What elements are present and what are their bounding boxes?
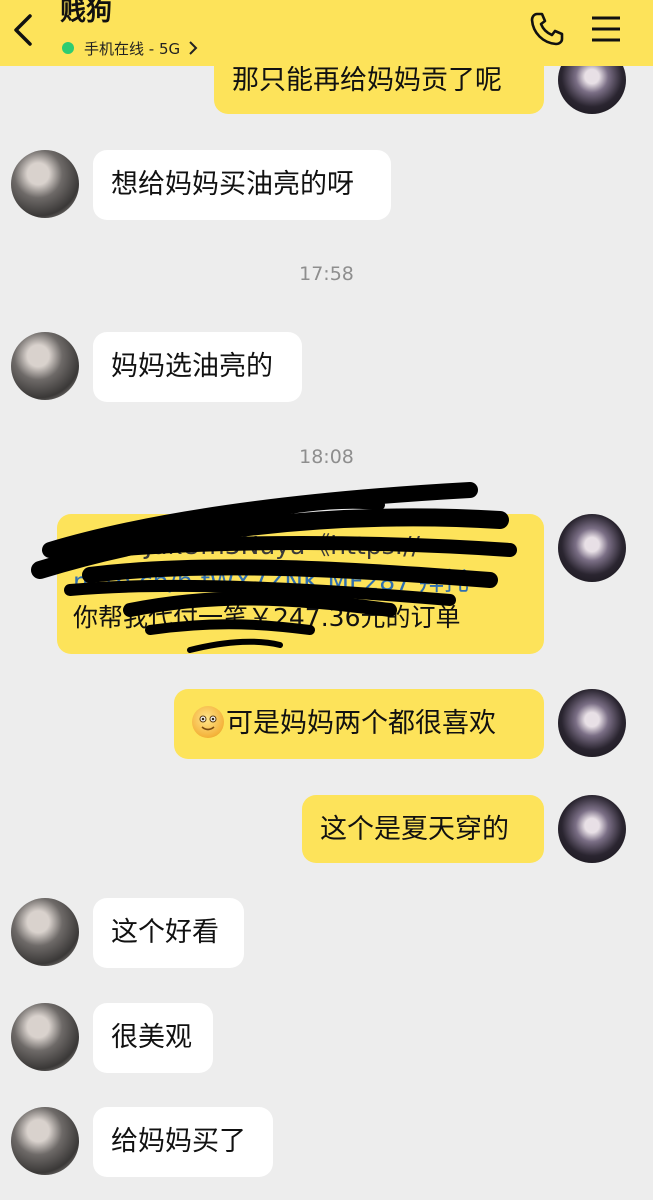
message-text: 想给妈妈买油亮的呀 — [111, 169, 354, 200]
message-bubble-received[interactable]: 给妈妈买了 — [93, 1107, 273, 1177]
message-text: 那只能再给妈妈贡了呢 — [232, 65, 502, 96]
contact-avatar[interactable] — [11, 150, 79, 218]
chevron-right-icon — [189, 41, 198, 55]
online-status-text: 手机在线 - 5G — [84, 39, 181, 58]
contact-avatar[interactable] — [11, 332, 79, 400]
contact-name[interactable]: 贱狗 — [60, 0, 112, 30]
message-bubble-sent[interactable]: 可是妈妈两个都很喜欢 — [174, 689, 544, 759]
message-bubble-received[interactable]: 这个好看 — [93, 898, 244, 968]
online-dot-icon — [62, 42, 74, 54]
online-status[interactable]: 手机在线 - 5G — [62, 37, 198, 59]
my-avatar[interactable] — [558, 689, 626, 757]
message-text: 很美观 — [111, 1022, 192, 1053]
timestamp: 18:08 — [299, 446, 354, 468]
smiley-emoji-icon — [192, 706, 224, 738]
menu-icon[interactable] — [590, 14, 622, 44]
message-text: 给妈妈买了 — [111, 1126, 246, 1157]
message-bubble-sent[interactable]: 这个是夏天穿的 — [302, 795, 544, 863]
back-arrow-icon[interactable] — [6, 8, 40, 52]
my-avatar[interactable] — [558, 514, 626, 582]
contact-avatar[interactable] — [11, 1003, 79, 1071]
phone-icon[interactable] — [528, 10, 566, 48]
message-text-line: 你帮我代付一笔￥247.36元的订单 — [73, 603, 461, 632]
my-avatar[interactable] — [558, 795, 626, 863]
message-text: 这个好看 — [111, 917, 219, 948]
contact-avatar[interactable] — [11, 1107, 79, 1175]
message-text-line: 68eWJakUm3Nuya《https:// — [73, 531, 420, 560]
message-text: 妈妈选油亮的 — [111, 351, 273, 382]
message-text: 可是妈妈两个都很喜欢 — [226, 708, 496, 739]
contact-avatar[interactable] — [11, 898, 79, 966]
timestamp: 17:58 — [299, 263, 354, 285]
chat-header: 贱狗 手机在线 - 5G — [0, 0, 653, 66]
message-bubble-received[interactable]: 很美观 — [93, 1003, 213, 1073]
message-link[interactable]: m.tb.cn/h.fWX7ZNK MF287 拜托 — [73, 564, 528, 600]
message-bubble-received[interactable]: 想给妈妈买油亮的呀 — [93, 150, 391, 220]
message-bubble-received[interactable]: 妈妈选油亮的 — [93, 332, 302, 402]
message-bubble-sent[interactable]: 68eWJakUm3Nuya《https:// m.tb.cn/h.fWX7ZN… — [57, 514, 544, 654]
message-text: 这个是夏天穿的 — [320, 814, 509, 845]
